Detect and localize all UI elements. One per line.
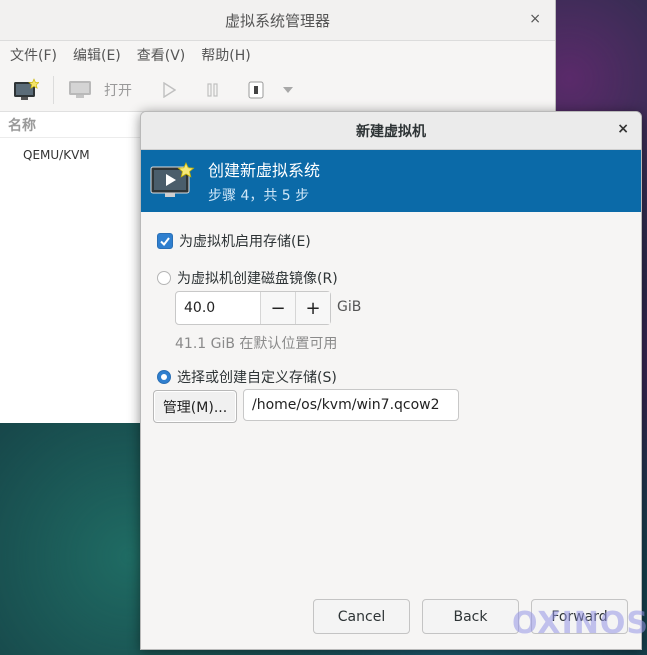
new-vm-dialog: 新建虚拟机 × 创建新虚拟系统 步骤 4，共 5 步 为虚拟机启用存储(E) 为…	[140, 111, 642, 650]
enable-storage-label: 为虚拟机启用存储(E)	[179, 234, 311, 250]
wizard-banner: 创建新虚拟系统 步骤 4，共 5 步	[141, 150, 641, 212]
custom-storage-row[interactable]: 选择或创建自定义存储(S)	[157, 367, 337, 387]
decrement-button[interactable]: −	[260, 292, 295, 324]
toolbar: 打开	[0, 69, 555, 112]
new-vm-icon	[150, 162, 195, 197]
menu-file[interactable]: 文件(F)	[10, 45, 57, 65]
play-icon	[163, 82, 176, 98]
storage-path-input[interactable]: /home/os/kvm/win7.qcow2	[243, 389, 459, 421]
monitor-icon	[69, 81, 91, 98]
run-button[interactable]	[162, 82, 176, 98]
dialog-titlebar: 新建虚拟机 ×	[141, 112, 641, 150]
dialog-title: 新建虚拟机	[356, 123, 426, 140]
shutdown-button[interactable]	[248, 81, 264, 99]
dialog-close-button[interactable]: ×	[617, 121, 629, 137]
pause-icon	[207, 83, 218, 97]
create-disk-row[interactable]: 为虚拟机创建磁盘镜像(R)	[157, 268, 338, 288]
disk-size-unit: GiB	[337, 299, 362, 315]
banner-text: 创建新虚拟系统 步骤 4，共 5 步	[208, 157, 320, 205]
cancel-button[interactable]: Cancel	[313, 599, 410, 634]
toolbar-separator	[53, 76, 54, 104]
open-button[interactable]: 打开	[68, 79, 132, 101]
create-disk-label: 为虚拟机创建磁盘镜像(R)	[177, 271, 338, 287]
chevron-down-icon	[283, 87, 293, 93]
new-vm-icon	[14, 78, 39, 100]
shutdown-menu-button[interactable]	[282, 86, 294, 94]
custom-storage-radio[interactable]	[157, 370, 171, 384]
disk-size-input[interactable]: 40.0	[176, 292, 260, 324]
create-disk-radio[interactable]	[157, 271, 171, 285]
manage-button[interactable]: 管理(M)...	[153, 390, 237, 423]
new-vm-button[interactable]	[13, 78, 39, 102]
disk-size-spinbutton[interactable]: 40.0 − +	[175, 291, 331, 325]
banner-step: 步骤 4，共 5 步	[208, 188, 310, 204]
pause-button[interactable]	[206, 83, 220, 97]
menu-view[interactable]: 查看(V)	[137, 45, 186, 65]
dialog-content: 为虚拟机启用存储(E) 为虚拟机创建磁盘镜像(R) 40.0 − + GiB 4…	[141, 212, 641, 649]
custom-storage-label: 选择或创建自定义存储(S)	[177, 370, 337, 386]
manager-close-button[interactable]: ×	[529, 11, 541, 27]
menu-help[interactable]: 帮助(H)	[201, 45, 250, 65]
available-space-hint: 41.1 GiB 在默认位置可用	[175, 336, 338, 352]
power-icon	[248, 81, 264, 99]
open-label: 打开	[104, 83, 132, 99]
checkmark-icon	[160, 236, 170, 246]
menu-edit[interactable]: 编辑(E)	[73, 45, 121, 65]
increment-button[interactable]: +	[295, 292, 330, 324]
manager-titlebar: 虚拟系统管理器 ×	[0, 0, 555, 41]
menubar: 文件(F) 编辑(E) 查看(V) 帮助(H)	[0, 41, 555, 69]
enable-storage-row[interactable]: 为虚拟机启用存储(E)	[157, 231, 311, 251]
back-button[interactable]: Back	[422, 599, 519, 634]
enable-storage-checkbox[interactable]	[157, 233, 173, 249]
forward-button[interactable]: Forward	[531, 599, 628, 634]
manager-title: 虚拟系统管理器	[224, 11, 330, 30]
banner-title: 创建新虚拟系统	[208, 161, 321, 180]
